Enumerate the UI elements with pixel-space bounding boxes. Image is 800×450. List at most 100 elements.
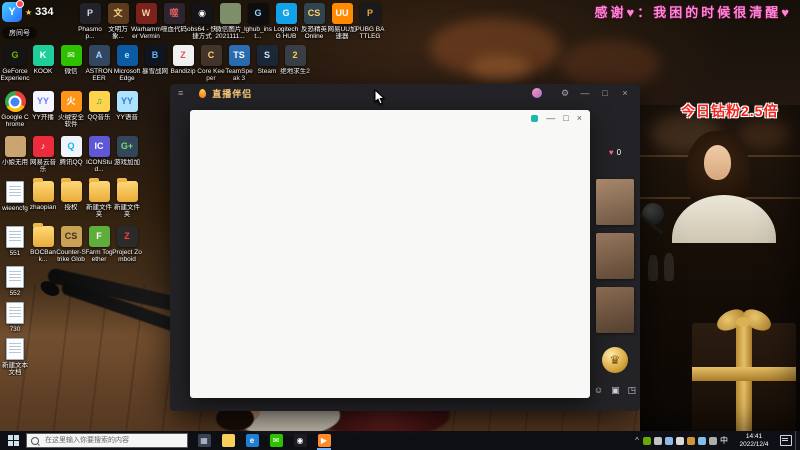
tray-icon[interactable]: [709, 436, 717, 445]
taskbar-app-glyph: ✉: [272, 435, 280, 445]
desktop-icon-glyph: 2: [292, 50, 298, 60]
desktop-icon[interactable]: ✉ 微信: [57, 45, 85, 82]
desktop-icon[interactable]: 552: [1, 266, 29, 297]
desktop-icon[interactable]: wieencfg: [1, 181, 29, 218]
dialog-controls: — □ ×: [531, 114, 582, 123]
input-method-indicator[interactable]: 中: [717, 435, 731, 446]
desktop-icon-glyph: G: [282, 8, 290, 18]
desktop-icon[interactable]: zhaopian: [29, 178, 57, 218]
desktop-icon[interactable]: 新建文件夹: [113, 178, 141, 218]
desktop-icon[interactable]: 新建文本文档: [1, 338, 29, 376]
desktop-icon[interactable]: G lghub_inst...: [244, 3, 272, 40]
window-menu-icon[interactable]: ≡: [178, 84, 183, 102]
desktop-icon[interactable]: YY YY开播: [29, 91, 57, 128]
desktop-icon[interactable]: 火 火绒安全软件: [57, 91, 85, 128]
desktop-icon[interactable]: G Logitech G HUB: [272, 3, 300, 40]
panel-tool-icon[interactable]: ▣: [611, 385, 620, 396]
desktop-icon[interactable]: IC ICONStud...: [85, 136, 113, 173]
taskbar-app-button[interactable]: ▦: [194, 431, 214, 450]
taskbar-clock[interactable]: 14:41 2022/12/4: [731, 433, 777, 448]
desktop-icon-glyph: 文: [113, 8, 123, 18]
desktop-icon[interactable]: Z Project Zomboid: [112, 226, 142, 263]
desktop-icon[interactable]: YY YY语音: [113, 91, 141, 128]
desktop-icon[interactable]: P PUBG BATTLEGR...: [356, 3, 384, 40]
maximize-button[interactable]: □: [598, 84, 612, 102]
desktop-icon-label: Farm Together: [85, 249, 113, 263]
desktop-icon[interactable]: K KOOK: [29, 45, 57, 82]
desktop-icon[interactable]: BOCBank...: [29, 223, 57, 263]
tray-icon[interactable]: [665, 436, 673, 445]
desktop-icon[interactable]: 2 绝地求生2: [280, 45, 310, 82]
desktop-icon[interactable]: ◉ obs64 - 快捷方式: [187, 3, 217, 40]
desktop-icon[interactable]: P Phasmop...: [76, 3, 104, 40]
desktop-icon[interactable]: 文 文明万象...: [104, 3, 132, 40]
start-button[interactable]: [0, 431, 26, 450]
desktop-icon-image: Z: [172, 45, 194, 66]
desktop-icon[interactable]: 新建文件夹: [85, 178, 113, 218]
desktop-icon[interactable]: S Steam: [253, 45, 281, 82]
taskbar-app-glyph: ◉: [296, 435, 304, 445]
taskbar-app-button[interactable]: ◉: [290, 431, 310, 450]
taskbar-app-button[interactable]: ▶: [314, 431, 334, 450]
panel-tool-icon[interactable]: ☺: [594, 385, 603, 396]
notification-center-button[interactable]: [777, 435, 795, 446]
photo-thumbnail[interactable]: [596, 179, 634, 225]
show-desktop-button[interactable]: [795, 431, 800, 450]
desktop-icon[interactable]: Q 腾讯QQ: [57, 136, 85, 173]
desktop-icon[interactable]: 微信图片_2021111...: [215, 3, 245, 40]
tray-expand-caret[interactable]: ^: [631, 436, 643, 445]
desktop-icon[interactable]: G GeForce Experience: [1, 45, 29, 82]
tray-icon[interactable]: [676, 436, 684, 445]
desktop-icon[interactable]: CS 反恐精英Online: [300, 3, 328, 40]
desktop-icon[interactable]: Google Chrome: [1, 91, 29, 128]
dialog-accent-dot[interactable]: [531, 115, 539, 122]
desktop-icon[interactable]: W Warhammer Vermint...: [131, 3, 161, 40]
dialog-maximize-button[interactable]: □: [563, 114, 568, 123]
settings-icon[interactable]: ⚙: [558, 84, 572, 102]
desktop-icon[interactable]: 噬 噬血代码: [160, 3, 188, 40]
desktop-icon[interactable]: 551: [1, 226, 29, 263]
photo-thumbnail[interactable]: [596, 287, 634, 333]
dialog-close-button[interactable]: ×: [577, 114, 582, 123]
dialog-minimize-button[interactable]: —: [546, 114, 555, 123]
desktop-icon-label: QQ音乐: [87, 114, 111, 121]
desktop-icon[interactable]: CS Counter-Strike Global Off...: [56, 226, 86, 263]
user-avatar[interactable]: [532, 88, 542, 98]
desktop-icon[interactable]: B 暴雪战网: [141, 45, 169, 82]
close-button[interactable]: ×: [618, 84, 632, 102]
tray-icon[interactable]: [687, 436, 695, 445]
desktop-icon[interactable]: 授权: [57, 178, 85, 218]
desktop-icon[interactable]: ♫ QQ音乐: [85, 91, 113, 128]
desktop-icon-image: [4, 136, 26, 157]
desktop-icon[interactable]: e Microsoft Edge: [113, 45, 141, 82]
desktop-icon[interactable]: TS TeamSpeak 3: [225, 45, 253, 82]
desktop-icon[interactable]: UU 网易UU加速器: [328, 3, 356, 40]
tray-icon[interactable]: [643, 436, 651, 445]
tray-icon[interactable]: [698, 436, 706, 445]
desktop-icon-image: IC: [88, 136, 110, 157]
desktop-icon-label: 文明万象...: [108, 26, 128, 40]
panel-tool-icon[interactable]: ◳: [628, 385, 637, 396]
desktop-icon[interactable]: 小娘无用: [1, 136, 29, 173]
photo-thumbnail[interactable]: [596, 233, 634, 279]
taskbar-app-button[interactable]: [218, 431, 238, 450]
desktop-icon[interactable]: ♪ 网易云音乐: [29, 136, 57, 173]
desktop-icon[interactable]: F Farm Together: [85, 226, 113, 263]
platform-logo-icon: Y: [2, 0, 24, 22]
taskbar-search[interactable]: [26, 433, 188, 448]
tray-icon[interactable]: [654, 436, 662, 445]
desktop-icon[interactable]: Z Bandizip: [169, 45, 197, 82]
desktop-icon[interactable]: G+ 游戏加加: [113, 136, 141, 173]
desktop-icon-image: P: [79, 3, 101, 24]
desktop-icon[interactable]: C Core Keeper: [197, 45, 225, 82]
taskbar-app-button[interactable]: ✉: [266, 431, 286, 450]
minimize-button[interactable]: —: [578, 84, 592, 102]
desktop-icon-image: S: [256, 45, 278, 66]
desktop-icon[interactable]: A ASTRONEER: [85, 45, 113, 82]
desktop-icon-glyph: ✉: [67, 50, 75, 60]
search-input[interactable]: [43, 436, 183, 445]
desktop-icon-label: Core Keeper: [197, 68, 225, 82]
desktop-icon[interactable]: 730: [1, 302, 29, 333]
desktop-icon-label: Microsoft Edge: [113, 68, 141, 82]
taskbar-app-button[interactable]: e: [242, 431, 262, 450]
